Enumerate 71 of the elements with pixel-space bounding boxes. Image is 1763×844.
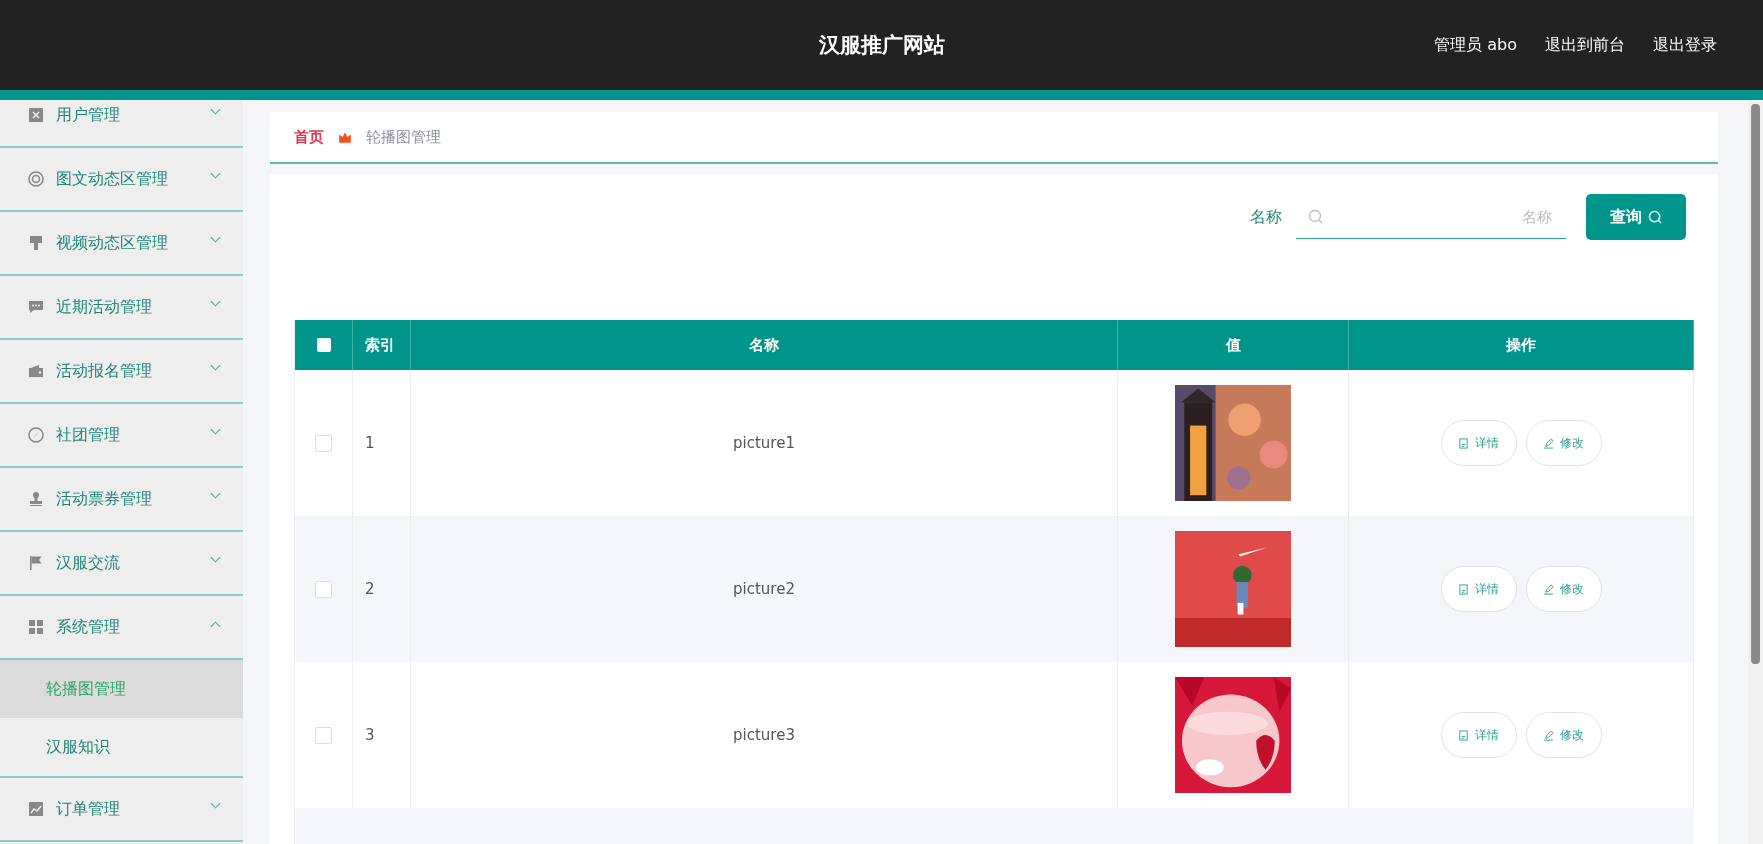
chevron-down-icon xyxy=(210,108,221,116)
chevron-down-icon xyxy=(210,300,221,308)
table-cell: 2 xyxy=(365,580,375,598)
wallet-icon xyxy=(28,363,44,379)
header-link[interactable]: 退出登录 xyxy=(1653,34,1717,56)
grid-icon xyxy=(28,619,44,635)
details-button[interactable]: 详情 xyxy=(1440,566,1517,612)
edit-button[interactable]: 修改 xyxy=(1525,712,1602,758)
edit-button[interactable]: 修改 xyxy=(1525,420,1602,466)
sidebar-item[interactable]: 订单管理 xyxy=(0,778,243,842)
table-cell: 1 xyxy=(365,434,375,452)
search-label: 名称 xyxy=(1250,206,1282,228)
sidebar-item[interactable]: 社团管理 xyxy=(0,404,243,468)
sidebar-item[interactable]: 汉服交流 xyxy=(0,532,243,596)
edit-button[interactable]: 修改 xyxy=(1525,566,1602,612)
table-cell: picture3 xyxy=(733,726,795,744)
search-input[interactable]: 名称 xyxy=(1324,206,1554,227)
chart-icon xyxy=(28,801,44,817)
flag-icon xyxy=(28,555,44,571)
chevron-up-icon xyxy=(210,620,221,628)
column-header: 操作 xyxy=(1506,335,1536,355)
sidebar-item[interactable]: 图文动态区管理 xyxy=(0,148,243,212)
breadcrumb-link[interactable]: 首页 xyxy=(294,127,324,147)
sidebar-item[interactable]: 活动报名管理 xyxy=(0,340,243,404)
chat-icon xyxy=(28,299,44,315)
sidebar-item[interactable]: 活动票券管理 xyxy=(0,468,243,532)
pencil-icon xyxy=(1543,729,1554,741)
search-icon xyxy=(1647,209,1663,225)
pencil-icon xyxy=(1543,437,1554,449)
document-icon xyxy=(1458,729,1469,741)
select-all-checkbox[interactable] xyxy=(316,338,331,352)
row-checkbox[interactable] xyxy=(315,434,332,452)
ring-icon xyxy=(28,171,44,187)
chevron-down-icon xyxy=(210,802,221,810)
row-checkbox[interactable] xyxy=(315,726,332,744)
breadcrumb-link[interactable]: 轮播图管理 xyxy=(366,127,441,147)
submenu-item[interactable]: 汉服知识 xyxy=(0,718,243,778)
header-link[interactable]: 管理员 abo xyxy=(1434,34,1517,56)
details-button[interactable]: 详情 xyxy=(1440,420,1517,466)
brush-icon xyxy=(28,235,44,251)
sidebar-item[interactable]: 视频动态区管理 xyxy=(0,212,243,276)
header-link[interactable]: 退出到前台 xyxy=(1545,34,1625,56)
row-checkbox[interactable] xyxy=(315,580,332,598)
document-icon xyxy=(1458,583,1469,595)
search-field[interactable]: 名称 xyxy=(1296,195,1566,239)
chevron-down-icon xyxy=(210,492,221,500)
chevron-down-icon xyxy=(210,556,221,564)
pencil-icon xyxy=(1543,583,1554,595)
column-header: 名称 xyxy=(749,335,779,355)
scrollbar[interactable] xyxy=(1748,100,1763,844)
sidebar-item[interactable]: 近期活动管理 xyxy=(0,276,243,340)
search-icon xyxy=(1308,208,1324,225)
compass-icon xyxy=(28,427,44,443)
sidebar-item[interactable]: 用户管理 xyxy=(0,100,243,148)
column-header: 值 xyxy=(1225,335,1241,355)
document-icon xyxy=(1458,437,1469,449)
table-cell: picture2 xyxy=(733,580,795,598)
chevron-down-icon xyxy=(210,364,221,372)
chevron-down-icon xyxy=(210,172,221,180)
user-icon xyxy=(28,107,44,123)
search-button[interactable]: 查询 xyxy=(1586,194,1686,240)
table-cell: picture1 xyxy=(733,434,795,452)
site-title: 汉服推广网站 xyxy=(818,32,945,59)
table-cell: 3 xyxy=(365,726,375,744)
chevron-down-icon xyxy=(210,236,221,244)
submenu-item[interactable]: 轮播图管理 xyxy=(0,660,243,718)
details-button[interactable]: 详情 xyxy=(1440,712,1517,758)
chevron-down-icon xyxy=(210,428,221,436)
stamp-icon xyxy=(28,491,44,507)
column-header: 索引 xyxy=(365,335,395,355)
crown-icon xyxy=(338,130,352,144)
